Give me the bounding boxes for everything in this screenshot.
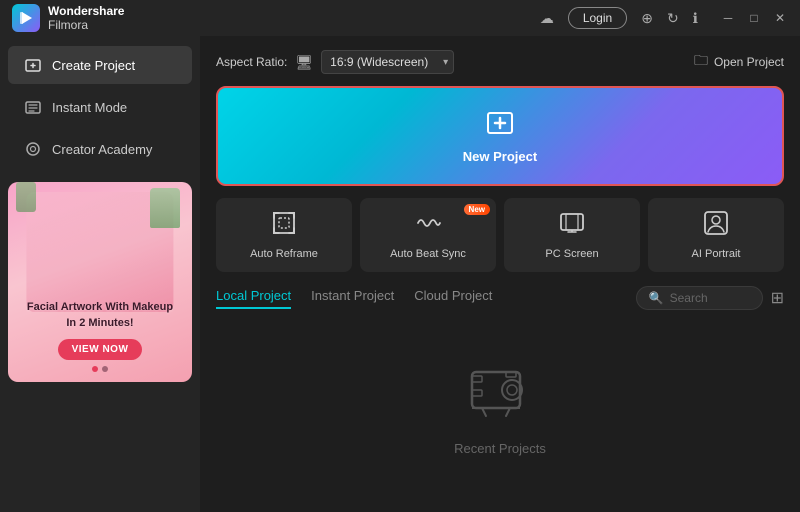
refresh-icon[interactable]: ↻	[667, 10, 679, 27]
aspect-ratio-control: Aspect Ratio: 🖥 16:9 (Widescreen) 4:3 1:…	[216, 50, 454, 74]
feature-label-auto-reframe: Auto Reframe	[250, 248, 318, 260]
ad-dots	[92, 366, 108, 372]
feature-label-pc-screen: PC Screen	[545, 248, 598, 260]
feature-auto-beat-sync[interactable]: New Auto Beat Sync	[360, 198, 496, 272]
main-layout: Create Project Instant Mode Creator Ac	[0, 36, 800, 512]
sidebar-item-creator-academy[interactable]: Creator Academy	[8, 130, 192, 168]
folder-icon: 🗀	[694, 50, 708, 74]
feature-pc-screen[interactable]: PC Screen	[504, 198, 640, 272]
auto-beat-sync-icon	[415, 210, 441, 242]
grid-toggle-button[interactable]: ⊞	[771, 288, 784, 308]
dot-1	[92, 366, 98, 372]
tab-instant-project[interactable]: Instant Project	[311, 288, 394, 309]
ad-text: Facial Artwork With Makeup In 2 Minutes!	[27, 300, 173, 331]
feature-ai-portrait[interactable]: AI Portrait	[648, 198, 784, 272]
projects-tabs: Local Project Instant Project Cloud Proj…	[216, 286, 784, 310]
download-icon[interactable]: ⊕	[641, 10, 653, 27]
sidebar-item-create-project[interactable]: Create Project	[8, 46, 192, 84]
sidebar-item-label-academy: Creator Academy	[52, 142, 152, 157]
content-area: Aspect Ratio: 🖥 16:9 (Widescreen) 4:3 1:…	[200, 36, 800, 512]
ai-portrait-icon	[703, 210, 729, 242]
minimize-button[interactable]: ─	[720, 11, 736, 25]
tabs-left: Local Project Instant Project Cloud Proj…	[216, 288, 492, 309]
film-icon	[468, 364, 532, 433]
ad-view-now-button[interactable]: VIEW NOW	[58, 339, 143, 360]
app-title: Wondershare Filmora	[48, 4, 124, 33]
sidebar-ad: Facial Artwork With Makeup In 2 Minutes!…	[8, 182, 192, 382]
new-project-icon	[485, 108, 515, 145]
dot-2	[102, 366, 108, 372]
topbar: Aspect Ratio: 🖥 16:9 (Widescreen) 4:3 1:…	[216, 50, 784, 74]
new-project-label: New Project	[463, 149, 537, 164]
aspect-select[interactable]: 16:9 (Widescreen) 4:3 1:1 9:16	[321, 50, 454, 74]
sidebar-item-label-create: Create Project	[52, 58, 135, 73]
tab-cloud-project[interactable]: Cloud Project	[414, 288, 492, 309]
feature-label-auto-beat-sync: Auto Beat Sync	[390, 248, 466, 260]
feature-auto-reframe[interactable]: Auto Reframe	[216, 198, 352, 272]
close-button[interactable]: ✕	[772, 11, 788, 25]
titlebar-left: Wondershare Filmora	[12, 4, 124, 33]
projects-section: Local Project Instant Project Cloud Proj…	[216, 286, 784, 498]
aspect-select-wrap[interactable]: 16:9 (Widescreen) 4:3 1:1 9:16	[321, 50, 454, 74]
tab-local-project[interactable]: Local Project	[216, 288, 291, 309]
empty-state: Recent Projects	[216, 322, 784, 498]
auto-reframe-icon	[271, 210, 297, 242]
login-button[interactable]: Login	[568, 7, 627, 29]
creator-academy-icon	[24, 140, 42, 158]
window-controls: ─ □ ✕	[720, 11, 788, 25]
info-icon[interactable]: ℹ	[693, 10, 698, 27]
titlebar: Wondershare Filmora ☁ Login ⊕ ↻ ℹ ─ □ ✕	[0, 0, 800, 36]
tabs-right: 🔍 ⊞	[636, 286, 784, 310]
feature-label-ai-portrait: AI Portrait	[692, 248, 741, 260]
sidebar: Create Project Instant Mode Creator Ac	[0, 36, 200, 512]
instant-mode-icon	[24, 98, 42, 116]
search-input[interactable]	[670, 291, 750, 305]
pc-screen-icon	[559, 210, 585, 242]
titlebar-right: ☁ Login ⊕ ↻ ℹ ─ □ ✕	[540, 7, 788, 29]
aspect-ratio-label: Aspect Ratio:	[216, 55, 287, 69]
sidebar-item-instant-mode[interactable]: Instant Mode	[8, 88, 192, 126]
cloud-icon[interactable]: ☁	[540, 10, 554, 27]
search-box[interactable]: 🔍	[636, 286, 763, 310]
app-logo	[12, 4, 40, 32]
search-icon: 🔍	[649, 291, 664, 305]
sidebar-item-label-instant: Instant Mode	[52, 100, 127, 115]
monitor-icon: 🖥	[295, 54, 313, 71]
new-project-card[interactable]: New Project	[216, 86, 784, 186]
maximize-button[interactable]: □	[746, 11, 762, 25]
feature-grid: Auto Reframe New Auto Beat Sync	[216, 198, 784, 272]
create-project-icon	[24, 56, 42, 74]
open-project-button[interactable]: 🗀 Open Project	[694, 50, 784, 74]
badge-new: New	[464, 204, 490, 215]
empty-state-label: Recent Projects	[454, 441, 546, 456]
